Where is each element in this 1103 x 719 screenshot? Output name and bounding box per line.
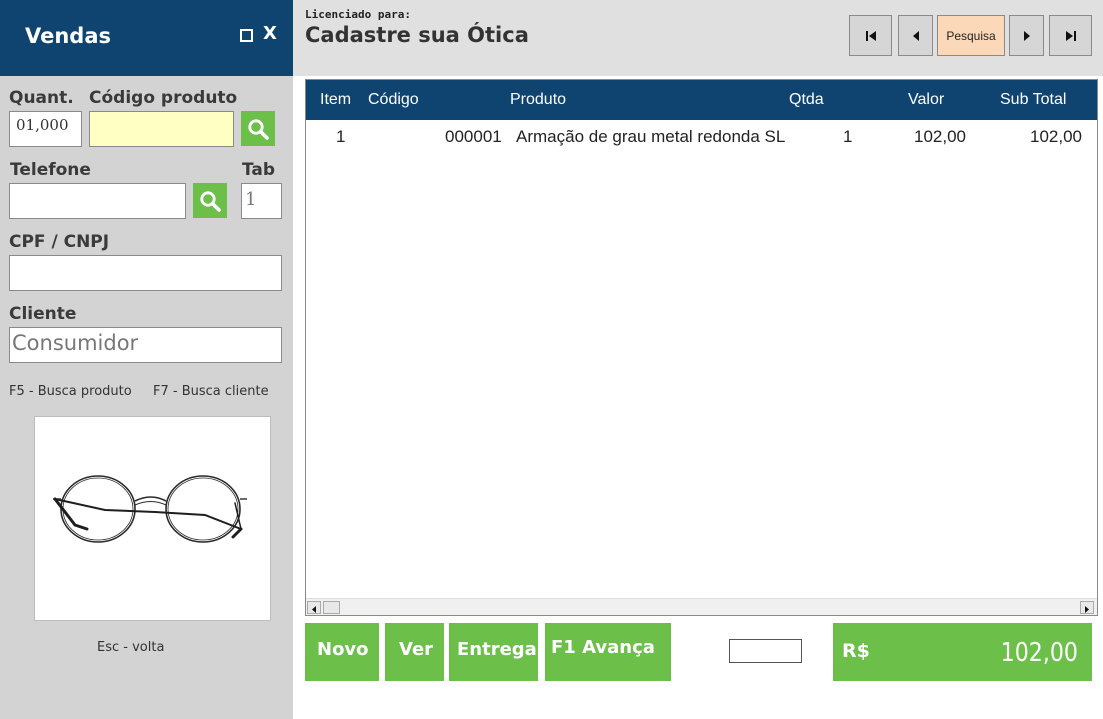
table-header: Item Código Produto Qtda Valor Sub Total xyxy=(306,80,1097,120)
first-record-button[interactable] xyxy=(849,15,892,56)
scroll-left-icon xyxy=(312,606,316,613)
hint-esc: Esc - volta xyxy=(97,640,165,655)
client-search-button[interactable] xyxy=(193,183,227,218)
quantity-value: 01,000 xyxy=(16,116,69,134)
window-title: Vendas xyxy=(25,24,111,48)
product-search-button[interactable] xyxy=(241,111,275,146)
search-button[interactable]: Pesquisa xyxy=(937,15,1005,56)
scroll-left-button[interactable] xyxy=(307,601,321,614)
total-panel: R$ 102,00 xyxy=(833,623,1092,681)
telefone-label: Telefone xyxy=(10,160,91,180)
left-panel: Vendas X Quant. Código produto 01,000 Te… xyxy=(0,0,293,719)
close-button[interactable]: X xyxy=(263,23,277,44)
next-record-button[interactable] xyxy=(1009,15,1044,56)
prev-icon xyxy=(912,30,919,41)
cell-item: 1 xyxy=(336,127,346,146)
prev-record-button[interactable] xyxy=(898,15,933,56)
col-subtotal: Sub Total xyxy=(1000,91,1067,108)
top-bar: Licenciado para: Cadastre sua Ótica Pesq… xyxy=(293,0,1103,76)
window-header: Vendas X xyxy=(0,0,293,76)
cell-qtda: 1 xyxy=(843,127,853,146)
cell-valor: 102,00 xyxy=(914,127,966,146)
novo-label: Novo xyxy=(317,639,369,660)
ver-label: Ver xyxy=(399,639,434,660)
license-name: Cadastre sua Ótica xyxy=(305,23,529,47)
cpf-cnpj-field[interactable] xyxy=(9,255,282,291)
search-icon xyxy=(200,191,221,212)
col-codigo: Código xyxy=(368,91,419,108)
cell-subtotal: 102,00 xyxy=(1030,127,1082,146)
entrega-button[interactable]: Entrega xyxy=(449,623,538,681)
horizontal-scrollbar[interactable] xyxy=(306,598,1097,615)
aux-input[interactable] xyxy=(729,639,802,663)
last-record-button[interactable] xyxy=(1049,15,1092,56)
next-icon xyxy=(1023,30,1030,41)
hint-busca-cliente: F7 - Busca cliente xyxy=(153,384,269,399)
scroll-right-icon xyxy=(1085,606,1089,613)
cliente-label: Cliente xyxy=(9,304,77,324)
tab-field[interactable]: 1 xyxy=(241,183,282,219)
cell-produto: Armação de grau metal redonda SL xyxy=(516,127,786,146)
quantity-field[interactable]: 01,000 xyxy=(9,111,82,147)
maximize-icon[interactable] xyxy=(240,29,253,42)
client-value: Consumidor xyxy=(12,331,139,355)
novo-button[interactable]: Novo xyxy=(305,623,379,681)
scroll-right-button[interactable] xyxy=(1080,601,1094,614)
client-field[interactable]: Consumidor xyxy=(9,327,282,363)
phone-field[interactable] xyxy=(9,183,186,219)
search-icon xyxy=(248,119,269,140)
hint-busca-produto: F5 - Busca produto xyxy=(9,384,132,399)
col-produto: Produto xyxy=(510,91,567,108)
cell-codigo: 000001 xyxy=(445,127,502,146)
last-page-icon xyxy=(1065,30,1076,41)
scroll-thumb[interactable] xyxy=(323,601,340,614)
entrega-label: Entrega xyxy=(457,639,537,660)
total-value: 102,00 xyxy=(1000,638,1078,668)
product-code-field[interactable] xyxy=(89,111,234,147)
ver-button[interactable]: Ver xyxy=(385,623,444,681)
tab-value: 1 xyxy=(245,189,257,210)
license-label: Licenciado para: xyxy=(305,8,411,21)
first-page-icon xyxy=(865,30,876,41)
glasses-image xyxy=(53,475,247,543)
quant-label: Quant. xyxy=(9,88,74,108)
items-table: Item Código Produto Qtda Valor Sub Total… xyxy=(305,79,1098,616)
col-valor: Valor xyxy=(908,91,945,108)
tab-label: Tab xyxy=(242,160,276,180)
avanca-label: F1 Avança xyxy=(551,637,655,658)
col-item: Item xyxy=(320,91,352,108)
avanca-button[interactable]: F1 Avança xyxy=(545,623,671,681)
product-photo xyxy=(34,416,271,621)
cpf-label: CPF / CNPJ xyxy=(9,232,110,252)
codigo-label: Código produto xyxy=(89,88,238,108)
col-qtda: Qtda xyxy=(789,91,824,108)
sales-window: Vendas X Quant. Código produto 01,000 Te… xyxy=(0,0,1103,719)
total-currency: R$ xyxy=(842,640,870,662)
